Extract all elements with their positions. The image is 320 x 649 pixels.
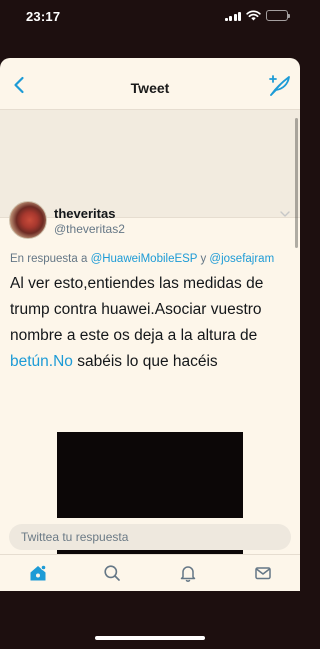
reply-context-conjunction: y [197, 253, 210, 265]
phone-screen: 23:17 Tweet theveritas @theveritas2 En r… [0, 0, 300, 649]
tweet-options-button[interactable] [278, 207, 292, 221]
tweet-inline-link[interactable]: betún.No [10, 353, 73, 370]
avatar[interactable] [9, 201, 47, 239]
tab-bar [0, 554, 300, 591]
tweet-detail-sheet: Tweet theveritas @theveritas2 En respues… [0, 58, 300, 591]
mention-link-1[interactable]: @HuaweiMobileESP [91, 253, 198, 265]
tab-notifications[interactable] [176, 561, 200, 585]
author-handle[interactable]: @theveritas2 [54, 222, 125, 236]
status-icons [224, 10, 290, 21]
wifi-icon [246, 10, 261, 21]
reply-bar [0, 518, 300, 550]
tweet-text-part-1: Al ver esto,entiendes las medidas de tru… [10, 275, 264, 344]
bell-icon [180, 566, 196, 582]
cellular-signal-icon [224, 11, 241, 21]
navigation-bar: Tweet [0, 58, 300, 110]
battery-icon [266, 10, 290, 21]
tab-home[interactable] [26, 561, 50, 585]
envelope-icon [255, 567, 271, 580]
page-title: Tweet [130, 80, 170, 96]
search-icon [104, 565, 120, 581]
author-display-name[interactable]: theveritas [54, 206, 115, 221]
compose-tweet-button[interactable] [268, 74, 292, 98]
reply-input[interactable] [9, 524, 291, 550]
chevron-down-icon [280, 211, 290, 217]
reply-context: En respuesta a @HuaweiMobileESP y @josef… [10, 253, 274, 265]
mention-link-2[interactable]: @josefajram [209, 253, 274, 265]
status-time: 23:17 [26, 9, 61, 24]
status-bar: 23:17 [0, 0, 300, 34]
reply-context-prefix: En respuesta a [10, 253, 91, 265]
tab-messages[interactable] [251, 561, 275, 585]
tab-search[interactable] [100, 561, 124, 585]
home-icon [30, 564, 47, 581]
home-indicator[interactable] [95, 636, 205, 640]
tweet-body: Al ver esto,entiendes las medidas de tru… [10, 271, 294, 375]
tweet-text-part-2: sabéis lo que hacéis [72, 353, 218, 370]
compose-feather-icon [269, 75, 290, 96]
